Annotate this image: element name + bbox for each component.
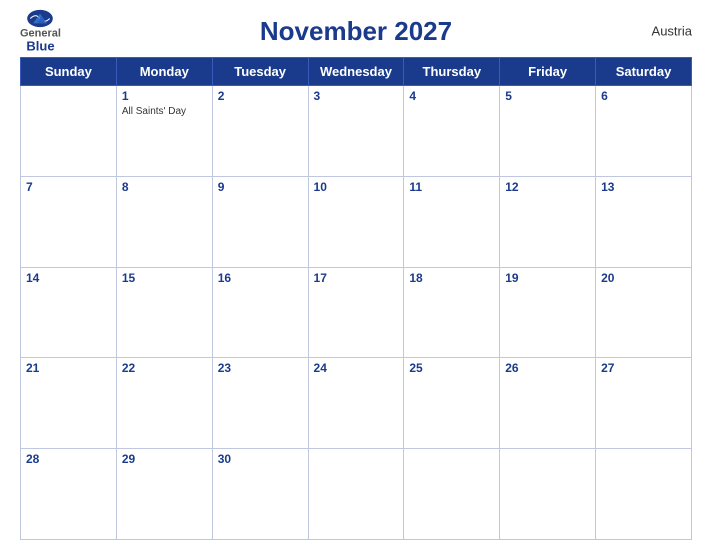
calendar-cell: 3 xyxy=(308,86,404,177)
calendar-cell: 21 xyxy=(21,358,117,449)
calendar-cell: 20 xyxy=(596,267,692,358)
calendar-cell: 10 xyxy=(308,176,404,267)
calendar-cell: 4 xyxy=(404,86,500,177)
calendar-cell: 7 xyxy=(21,176,117,267)
day-event: All Saints' Day xyxy=(122,105,207,118)
calendar-cell: 15 xyxy=(116,267,212,358)
calendar-cell: 13 xyxy=(596,176,692,267)
day-number: 10 xyxy=(314,180,399,194)
calendar-cell: 11 xyxy=(404,176,500,267)
calendar-week-row: 14 15 16 17 18 19 20 xyxy=(21,267,692,358)
day-number: 17 xyxy=(314,271,399,285)
calendar-cell: 1 All Saints' Day xyxy=(116,86,212,177)
calendar-week-row: 1 All Saints' Day 23456 xyxy=(21,86,692,177)
calendar-cell: 26 xyxy=(500,358,596,449)
day-number: 29 xyxy=(122,452,207,466)
calendar-cell: 24 xyxy=(308,358,404,449)
day-number: 13 xyxy=(601,180,686,194)
month-title: November 2027 xyxy=(260,16,452,47)
day-number: 1 xyxy=(122,89,207,103)
calendar-cell: 14 xyxy=(21,267,117,358)
day-number: 21 xyxy=(26,361,111,375)
logo-icon xyxy=(26,9,54,27)
calendar-cell xyxy=(500,449,596,540)
day-number: 7 xyxy=(26,180,111,194)
calendar-cell xyxy=(404,449,500,540)
calendar-cell: 22 xyxy=(116,358,212,449)
weekday-header-tuesday: Tuesday xyxy=(212,58,308,86)
weekday-header-monday: Monday xyxy=(116,58,212,86)
calendar-week-row: 789 10 11 12 13 xyxy=(21,176,692,267)
day-number: 3 xyxy=(314,89,399,103)
logo-blue-text: Blue xyxy=(26,39,54,52)
country-label: Austria xyxy=(652,23,692,38)
calendar-cell xyxy=(596,449,692,540)
calendar-cell: 29 xyxy=(116,449,212,540)
calendar-week-row: 21 22 23 24 25 26 27 xyxy=(21,358,692,449)
weekday-header-wednesday: Wednesday xyxy=(308,58,404,86)
day-number: 26 xyxy=(505,361,590,375)
weekday-header-thursday: Thursday xyxy=(404,58,500,86)
day-number: 12 xyxy=(505,180,590,194)
day-number: 5 xyxy=(505,89,590,103)
day-number: 30 xyxy=(218,452,303,466)
calendar-cell: 16 xyxy=(212,267,308,358)
day-number: 28 xyxy=(26,452,111,466)
weekday-header-saturday: Saturday xyxy=(596,58,692,86)
day-number: 16 xyxy=(218,271,303,285)
weekday-header-sunday: Sunday xyxy=(21,58,117,86)
calendar-cell xyxy=(308,449,404,540)
day-number: 20 xyxy=(601,271,686,285)
day-number: 2 xyxy=(218,89,303,103)
calendar-cell: 18 xyxy=(404,267,500,358)
calendar-week-row: 28 29 30 xyxy=(21,449,692,540)
logo: General Blue xyxy=(20,9,61,52)
day-number: 23 xyxy=(218,361,303,375)
day-number: 25 xyxy=(409,361,494,375)
calendar-cell: 30 xyxy=(212,449,308,540)
calendar-cell: 25 xyxy=(404,358,500,449)
calendar-cell: 5 xyxy=(500,86,596,177)
calendar-cell: 19 xyxy=(500,267,596,358)
header: General Blue November 2027 Austria xyxy=(20,10,692,51)
calendar-cell: 17 xyxy=(308,267,404,358)
day-number: 27 xyxy=(601,361,686,375)
calendar-cell: 28 xyxy=(21,449,117,540)
weekday-header-row: SundayMondayTuesdayWednesdayThursdayFrid… xyxy=(21,58,692,86)
day-number: 4 xyxy=(409,89,494,103)
calendar: SundayMondayTuesdayWednesdayThursdayFrid… xyxy=(20,57,692,540)
calendar-cell: 9 xyxy=(212,176,308,267)
weekday-header-friday: Friday xyxy=(500,58,596,86)
calendar-cell xyxy=(21,86,117,177)
day-number: 22 xyxy=(122,361,207,375)
calendar-cell: 12 xyxy=(500,176,596,267)
day-number: 14 xyxy=(26,271,111,285)
calendar-cell: 23 xyxy=(212,358,308,449)
calendar-cell: 6 xyxy=(596,86,692,177)
day-number: 9 xyxy=(218,180,303,194)
calendar-body: 1All Saints' Day234567891011121314151617… xyxy=(21,86,692,540)
calendar-cell: 27 xyxy=(596,358,692,449)
calendar-cell: 2 xyxy=(212,86,308,177)
day-number: 11 xyxy=(409,180,494,194)
day-number: 18 xyxy=(409,271,494,285)
day-number: 8 xyxy=(122,180,207,194)
day-number: 6 xyxy=(601,89,686,103)
calendar-cell: 8 xyxy=(116,176,212,267)
day-number: 15 xyxy=(122,271,207,285)
day-number: 24 xyxy=(314,361,399,375)
day-number: 19 xyxy=(505,271,590,285)
